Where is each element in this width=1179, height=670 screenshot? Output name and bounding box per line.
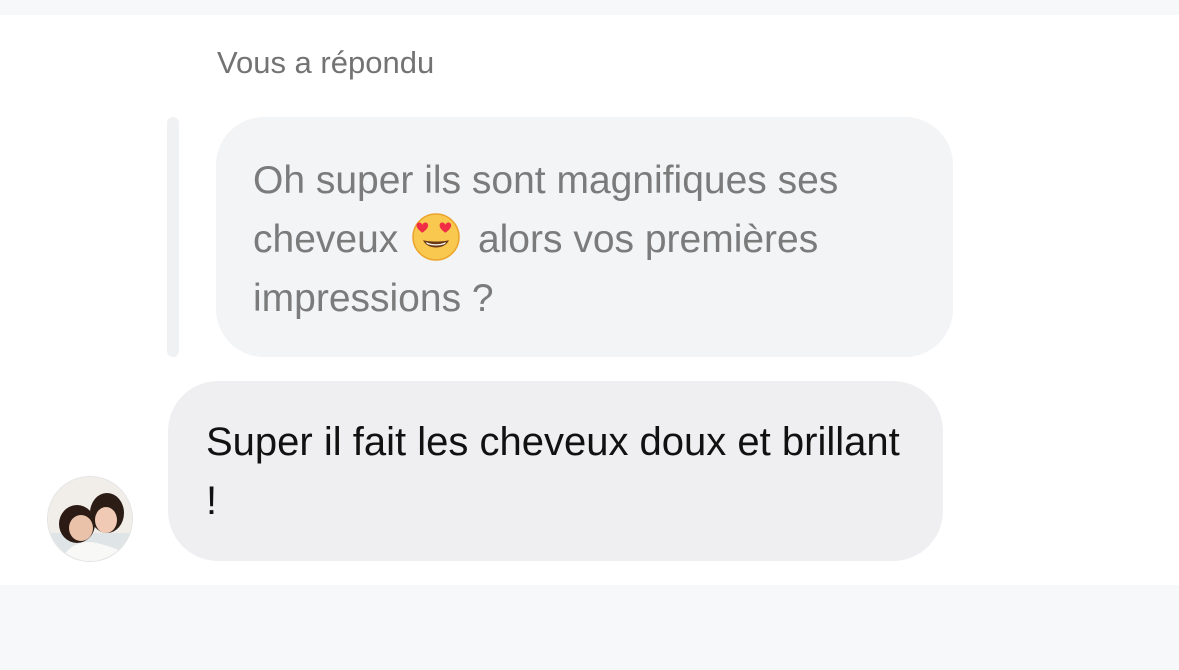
smiling-face-with-heart-eyes-icon bbox=[412, 213, 460, 261]
quote-indicator-bar bbox=[167, 117, 179, 357]
avatar[interactable] bbox=[48, 477, 132, 561]
reply-message-bubble[interactable]: Super il fait les cheveux doux et brilla… bbox=[168, 381, 943, 561]
top-strip bbox=[0, 0, 1179, 15]
user-avatar-photo bbox=[48, 477, 132, 561]
reply-message-text: Super il fait les cheveux doux et brilla… bbox=[206, 420, 900, 523]
bottom-strip bbox=[0, 585, 1179, 670]
quoted-message-bubble[interactable]: Oh super ils sont magnifiques ses cheveu… bbox=[216, 117, 953, 357]
reply-context-label: Vous a répondu bbox=[217, 45, 435, 80]
